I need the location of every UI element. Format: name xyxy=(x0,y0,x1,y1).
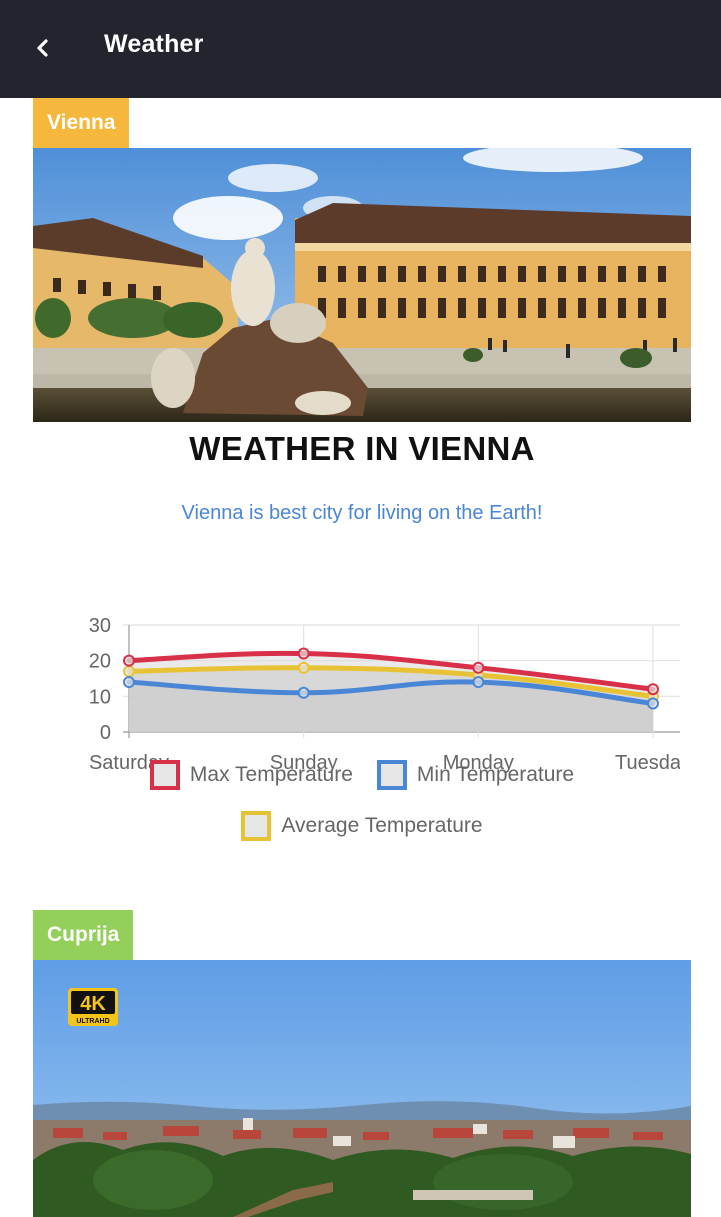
back-button[interactable] xyxy=(28,32,56,64)
city-tag-vienna[interactable]: Vienna xyxy=(33,98,130,148)
chart-legend: Max Temperature Min Temperature xyxy=(33,760,691,790)
badge-4k-text: 4K xyxy=(80,993,106,1015)
series-min-temperature-point xyxy=(472,676,485,689)
legend-label-min: Min Temperature xyxy=(416,763,575,786)
y-tick-label: 30 xyxy=(89,615,111,637)
series-max-temperature-point xyxy=(297,647,310,660)
series-min-temperature-point xyxy=(297,686,310,699)
legend-item-max[interactable]: Max Temperature xyxy=(149,760,353,790)
legend-item-min[interactable]: Min Temperature xyxy=(376,760,575,790)
card-title: WEATHER IN VIENNA xyxy=(189,430,535,467)
cuprija-panorama-image: 4K ULTRAHD xyxy=(33,960,691,1217)
temperature-chart: 0102030SaturdaySundayMondayTuesday xyxy=(89,615,680,774)
city-tag-cuprija[interactable]: Cuprija xyxy=(33,910,134,960)
chart-legend-row-2: Average Temperature xyxy=(33,811,691,841)
legend-swatch-max xyxy=(149,760,180,790)
series-average-temperature-point xyxy=(297,661,310,674)
vienna-photo xyxy=(33,148,691,422)
series-min-temperature-point xyxy=(647,697,659,710)
legend-label-max: Max Temperature xyxy=(189,763,353,786)
cuprija-photo: 4K ULTRAHD xyxy=(33,960,691,1217)
y-tick-label: 10 xyxy=(89,686,111,708)
card-subtitle: Vienna is best city for living on the Ea… xyxy=(181,502,543,524)
legend-swatch-average xyxy=(241,811,272,841)
app-header: Weather xyxy=(0,0,721,98)
legend-label-average: Average Temperature xyxy=(281,814,483,837)
4k-ultrahd-badge: 4K ULTRAHD xyxy=(68,988,118,1026)
chevron-left-icon xyxy=(37,39,48,57)
series-max-temperature-point xyxy=(472,661,485,674)
y-tick-label: 0 xyxy=(100,722,111,744)
page-title: Weather xyxy=(104,30,204,58)
legend-swatch-min xyxy=(376,760,407,790)
series-average-temperature-point xyxy=(123,665,135,678)
series-min-temperature-point xyxy=(123,676,135,689)
badge-ultrahd-text: ULTRAHD xyxy=(76,1018,109,1025)
series-max-temperature-point xyxy=(647,683,659,696)
legend-item-average[interactable]: Average Temperature xyxy=(241,811,483,841)
y-tick-label: 20 xyxy=(89,651,111,673)
vienna-palace-image xyxy=(33,148,691,422)
series-max-temperature-point xyxy=(123,654,135,667)
